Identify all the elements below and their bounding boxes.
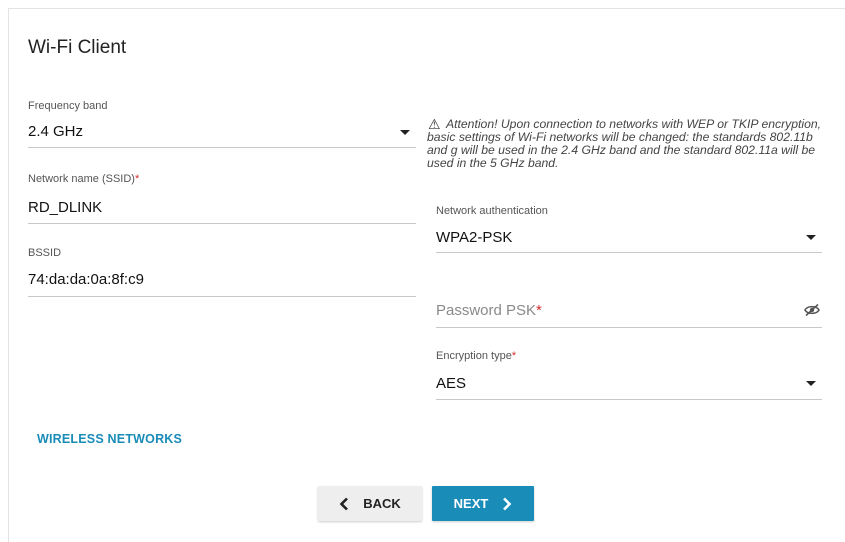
bssid-value: 74:da:da:0a:8f:c9	[28, 271, 144, 288]
required-mark: *	[536, 302, 542, 319]
next-button[interactable]: NEXT	[432, 486, 534, 521]
page-title: Wi-Fi Client	[28, 37, 127, 58]
frequency-band-underline	[28, 147, 416, 148]
bssid-field[interactable]: BSSID 74:da:da:0a:8f:c9	[28, 247, 416, 297]
network-name-value: RD_DLINK	[28, 199, 103, 216]
network-name-field[interactable]: Network name (SSID)* RD_DLINK	[28, 173, 416, 224]
caret-down-icon	[400, 130, 410, 135]
frequency-band-value: 2.4 GHz	[28, 123, 84, 140]
encryption-type-value: AES	[436, 375, 467, 392]
bssid-underline	[28, 296, 416, 297]
next-button-label: NEXT	[453, 496, 489, 511]
network-name-underline	[28, 223, 416, 224]
frequency-band-select[interactable]: Frequency band 2.4 GHz	[28, 100, 416, 148]
network-authentication-label: Network authentication	[436, 205, 548, 217]
password-psk-underline	[436, 327, 822, 328]
caret-down-icon	[806, 235, 816, 240]
back-button-label: BACK	[363, 496, 401, 511]
password-psk-field[interactable]: Password PSK*	[436, 290, 822, 328]
wireless-networks-link[interactable]: WIRELESS NETWORKS	[37, 432, 182, 446]
chevron-left-icon	[339, 497, 349, 511]
network-name-label: Network name (SSID)	[28, 173, 135, 185]
frequency-band-label: Frequency band	[28, 100, 108, 112]
chevron-right-icon	[502, 497, 512, 511]
bssid-label: BSSID	[28, 247, 62, 259]
network-authentication-underline	[436, 252, 822, 253]
encryption-type-label: Encryption type	[436, 350, 512, 362]
back-button[interactable]: BACK	[318, 486, 422, 521]
network-authentication-value: WPA2-PSK	[436, 229, 513, 246]
attention-text: Attention! Upon connection to networks w…	[427, 117, 822, 170]
network-authentication-select[interactable]: Network authentication WPA2-PSK	[436, 205, 822, 253]
caret-down-icon	[806, 381, 816, 386]
attention-notice: ⚠ Attention! Upon connection to networks …	[427, 117, 827, 170]
required-mark: *	[134, 173, 140, 185]
password-psk-placeholder: Password PSK	[436, 302, 537, 319]
eye-off-icon[interactable]	[804, 303, 820, 317]
required-mark: *	[511, 350, 517, 362]
encryption-type-select[interactable]: Encryption type* AES	[436, 350, 822, 400]
encryption-type-underline	[436, 399, 822, 400]
